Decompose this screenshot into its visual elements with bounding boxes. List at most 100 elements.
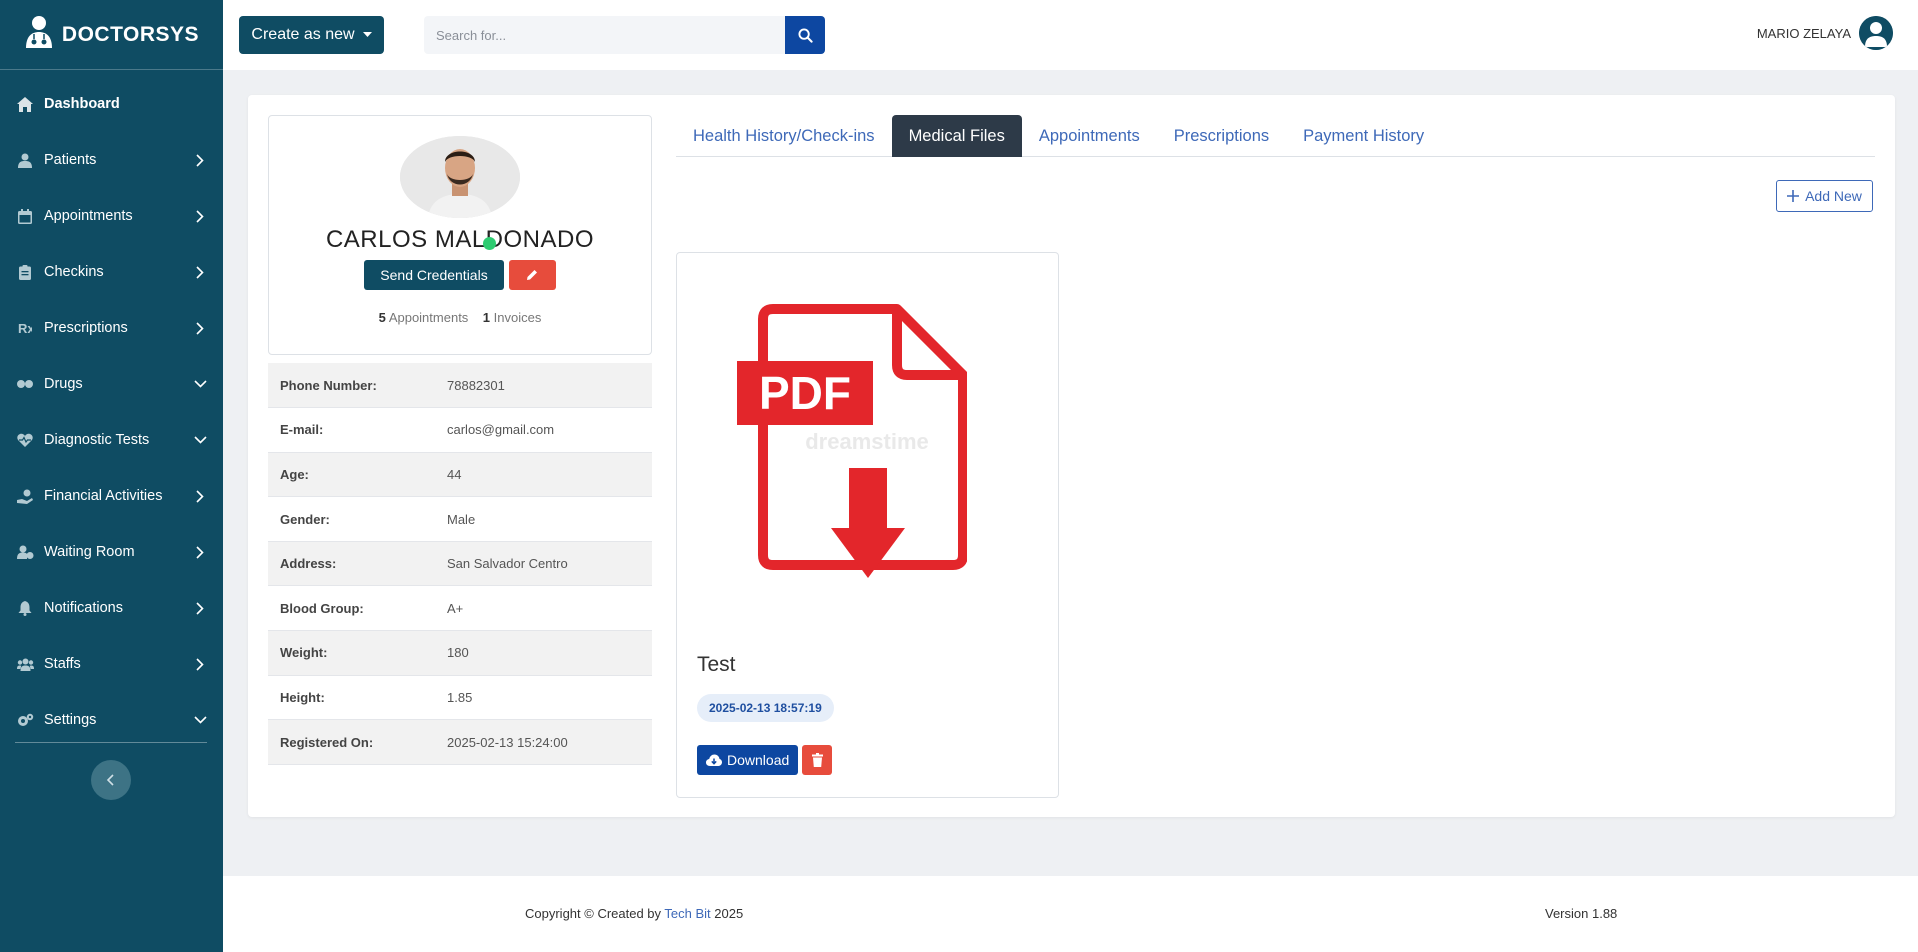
add-new-file-button[interactable]: Add New: [1776, 180, 1873, 212]
detail-label: E-mail:: [268, 407, 435, 453]
sidebar-item-staffs[interactable]: Staffs: [0, 636, 223, 692]
send-credentials-button[interactable]: Send Credentials: [364, 260, 504, 290]
sidebar: DOCTORSYS Dashboard Patients Appointments C…: [0, 0, 223, 952]
file-title: Test: [697, 653, 736, 676]
search-icon: [797, 27, 813, 43]
svg-text:Rx: Rx: [18, 321, 32, 336]
detail-value: A+: [435, 585, 652, 632]
chevron-right-icon: [193, 601, 207, 615]
add-new-label: Add New: [1805, 188, 1862, 204]
sidebar-item-label: Notifications: [44, 600, 123, 616]
author-link[interactable]: Tech Bit: [664, 906, 710, 921]
online-status-dot: [482, 237, 496, 250]
invoices-count: 1: [482, 310, 490, 325]
invoices-count-label: Invoices: [493, 310, 542, 325]
clipboard-icon: [16, 263, 34, 281]
brand-name: DOCTORSYS: [61, 22, 200, 46]
tab-payment-history[interactable]: Payment History: [1286, 115, 1441, 157]
watermark-text: dreamstime: [805, 429, 929, 454]
collapse-sidebar-button[interactable]: [91, 760, 131, 800]
tab-prescriptions[interactable]: Prescriptions: [1157, 115, 1286, 157]
chevron-right-icon: [193, 657, 207, 671]
patient-details-table: Phone Number: 78882301 E-mail: carlos@gmail…: [268, 363, 652, 765]
appointments-count: 5: [378, 310, 386, 325]
sidebar-item-label: Appointments: [44, 208, 133, 224]
sidebar-item-waiting-room[interactable]: Waiting Room: [0, 524, 223, 580]
users-icon: [16, 655, 34, 673]
chevron-right-icon: [193, 153, 207, 167]
sidebar-item-prescriptions[interactable]: Rx Prescriptions: [0, 300, 223, 356]
sidebar-item-patients[interactable]: Patients: [0, 132, 223, 188]
detail-label: Address:: [268, 541, 435, 587]
home-icon: [16, 95, 34, 113]
gears-icon: [16, 711, 34, 729]
chevron-right-icon: [193, 265, 207, 279]
users-clock-icon: [16, 543, 34, 561]
pdf-file-icon[interactable]: PDF dreamstime: [737, 303, 968, 598]
detail-label: Phone Number:: [268, 363, 435, 409]
detail-label: Gender:: [268, 496, 435, 542]
download-button[interactable]: Download: [697, 745, 799, 775]
create-as-new-button[interactable]: Create as new: [239, 16, 384, 54]
user-menu[interactable]: MARIO ZELAYA: [1757, 16, 1893, 50]
sidebar-item-checkins[interactable]: Checkins: [0, 244, 223, 300]
detail-label: Height:: [268, 675, 435, 721]
patient-counts: 5 Appointments 1 Invoices: [269, 310, 651, 325]
detail-label: Registered On:: [268, 719, 435, 765]
pencil-icon: [527, 270, 538, 280]
copyright-prefix: Copyright © Created by: [525, 906, 662, 921]
sidebar-item-diagnostic-tests[interactable]: Diagnostic Tests: [0, 412, 223, 468]
patient-name-text: CARLOS MALDONADO: [325, 226, 595, 253]
hand-money-icon: [16, 487, 34, 505]
sidebar-item-label: Settings: [44, 712, 97, 728]
chevron-right-icon: [193, 545, 207, 559]
heart-pulse-icon: [16, 431, 34, 449]
detail-value: 2025-02-13 15:24:00: [435, 719, 652, 765]
search-button[interactable]: [785, 16, 825, 54]
medical-file-card: PDF dreamstime Test 2025-02-13 18:57:19 …: [676, 252, 1059, 798]
pills-icon: [16, 375, 34, 393]
doctor-logo-icon: [24, 15, 54, 54]
sidebar-item-drugs[interactable]: Drugs: [0, 356, 223, 412]
download-label: Download: [727, 752, 790, 768]
chevron-right-icon: [193, 209, 207, 223]
sidebar-item-notifications[interactable]: Notifications: [0, 580, 223, 636]
copyright: Copyright © Created by Tech Bit 2025: [525, 906, 743, 921]
tab-medical-files[interactable]: Medical Files: [891, 115, 1022, 157]
sidebar-item-financial-activities[interactable]: Financial Activities: [0, 468, 223, 524]
chevron-down-icon: [193, 433, 207, 447]
sidebar-item-settings[interactable]: Settings: [0, 692, 223, 748]
detail-label: Weight:: [268, 630, 435, 676]
tab-health-history-check-ins[interactable]: Health History/Check-ins: [676, 115, 892, 157]
table-row: Phone Number: 78882301: [268, 363, 652, 409]
pdf-badge-text: PDF: [759, 367, 851, 419]
sidebar-item-label: Staffs: [44, 656, 81, 672]
chevron-down-icon: [193, 713, 207, 727]
sidebar-item-label: Checkins: [44, 264, 104, 280]
sidebar-item-label: Patients: [44, 152, 97, 168]
bell-icon: [16, 599, 34, 617]
search-input[interactable]: [424, 16, 785, 54]
table-row: Gender: Male: [268, 496, 652, 542]
detail-value: San Salvador Centro: [435, 541, 652, 587]
plus-icon: [1787, 190, 1800, 202]
detail-value: 78882301: [435, 363, 652, 409]
appointments-count-label: Appointments: [388, 310, 469, 325]
file-actions: Download: [697, 745, 833, 775]
user-name: MARIO ZELAYA: [1756, 25, 1851, 41]
user-icon: [16, 151, 34, 169]
edit-patient-button[interactable]: [508, 260, 556, 290]
detail-value: 1.85: [435, 675, 652, 721]
topbar: Create as new MARIO ZELAYA: [223, 0, 1918, 70]
delete-file-button[interactable]: [802, 745, 833, 775]
table-row: Address: San Salvador Centro: [268, 541, 652, 587]
brand[interactable]: DOCTORSYS: [0, 0, 223, 70]
tab-appointments[interactable]: Appointments: [1022, 115, 1157, 157]
sidebar-item-dashboard[interactable]: Dashboard: [0, 76, 223, 132]
detail-value: 44: [435, 452, 652, 498]
create-as-new-label: Create as new: [251, 26, 355, 43]
caret-down-icon: [362, 32, 372, 37]
prescription-icon: Rx: [16, 319, 34, 337]
profile-tabs: Health History/Check-ins Medical Files App…: [676, 115, 1875, 157]
sidebar-item-appointments[interactable]: Appointments: [0, 188, 223, 244]
